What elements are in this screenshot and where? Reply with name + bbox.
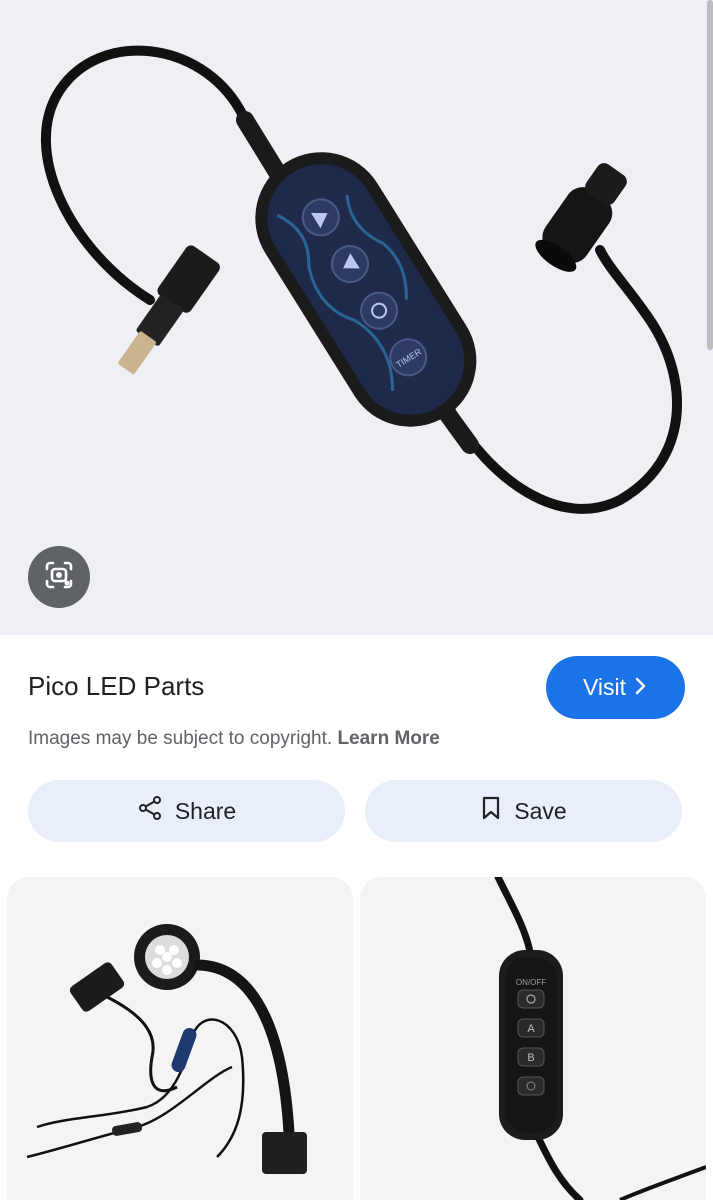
save-label: Save bbox=[514, 797, 567, 824]
share-button[interactable]: Share bbox=[28, 780, 345, 842]
visit-button[interactable]: Visit bbox=[546, 656, 685, 719]
related-image-1[interactable] bbox=[7, 877, 353, 1200]
inline-controller-image: ON/OFF A B bbox=[494, 877, 706, 1200]
google-lens-icon bbox=[43, 559, 75, 596]
main-image[interactable]: TIMER bbox=[0, 0, 713, 635]
share-icon bbox=[137, 795, 163, 827]
button-b-label: B bbox=[527, 1052, 534, 1064]
learn-more-link[interactable]: Learn More bbox=[337, 728, 439, 749]
related-image-2[interactable]: ON/OFF A B bbox=[360, 877, 706, 1200]
share-label: Share bbox=[174, 797, 237, 824]
source-title[interactable]: Pico LED Parts bbox=[28, 671, 204, 702]
google-lens-button[interactable] bbox=[28, 546, 90, 608]
gooseneck-light-image bbox=[26, 924, 307, 1174]
result-info-panel: Pico LED Parts Visit Images may be subje… bbox=[0, 635, 713, 875]
bookmark-icon bbox=[480, 795, 502, 827]
copyright-text: Images may be subject to copyright. bbox=[28, 728, 333, 749]
visit-label: Visit bbox=[582, 674, 627, 700]
chevron-right-icon bbox=[634, 674, 648, 701]
led-controller-image: TIMER bbox=[40, 45, 683, 514]
button-a-label: A bbox=[527, 1023, 535, 1035]
scrollbar[interactable] bbox=[707, 0, 713, 350]
copyright-notice: Images may be subject to copyright. Lear… bbox=[28, 728, 440, 750]
on-off-label: ON/OFF bbox=[516, 978, 546, 987]
save-button[interactable]: Save bbox=[365, 780, 682, 842]
